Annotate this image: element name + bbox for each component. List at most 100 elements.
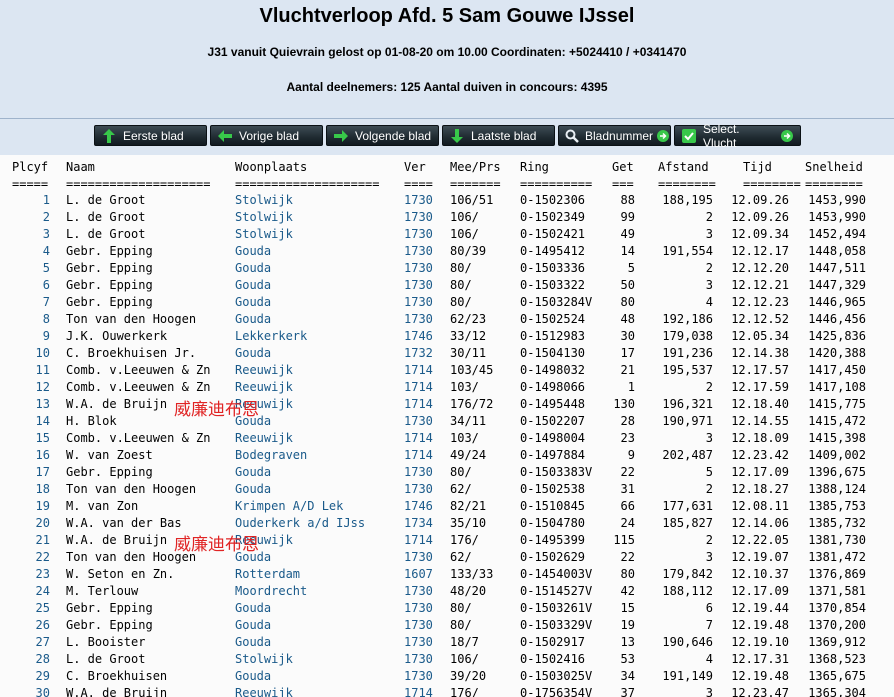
cell-ring: 0-1502917 — [520, 635, 586, 649]
cell-naam[interactable]: Ton van den Hoogen — [66, 312, 231, 326]
cell-woonplaats[interactable]: Gouda — [235, 550, 400, 564]
cell-naam[interactable]: Comb. v.Leeuwen & Zn — [66, 363, 231, 377]
cell-snelheid: 1369,912 — [808, 635, 866, 649]
cell-naam[interactable]: Ton van den Hoogen — [66, 482, 231, 496]
cell-naam[interactable]: Comb. v.Leeuwen & Zn — [66, 380, 231, 394]
cell-ver: 1714 — [404, 397, 433, 411]
cell-woonplaats[interactable]: Bodegraven — [235, 448, 400, 462]
cell-woonplaats[interactable]: Gouda — [235, 295, 400, 309]
cell-woonplaats[interactable]: Stolwijk — [235, 193, 400, 207]
cell-naam[interactable]: Gebr. Epping — [66, 618, 231, 632]
table-row: 23 W. Seton en Zn. Rotterdam 1607 133/33 0-14… — [0, 567, 894, 584]
cell-naam[interactable]: Gebr. Epping — [66, 261, 231, 275]
cell-afstand: 3 — [705, 686, 713, 697]
cell-naam[interactable]: M. Terlouw — [66, 584, 231, 598]
cell-ring: 0-1512983 — [520, 329, 586, 343]
cell-ver: 1730 — [404, 550, 433, 564]
cell-ring: 0-1504130 — [520, 346, 586, 360]
cell-naam[interactable]: Comb. v.Leeuwen & Zn — [66, 431, 231, 445]
cell-tijd: 12.23.47 — [731, 686, 789, 697]
cell-naam[interactable]: W.A. de Bruijn — [66, 686, 231, 697]
cell-naam[interactable]: L. de Groot — [66, 652, 231, 666]
cell-naam[interactable]: L. de Groot — [66, 210, 231, 224]
cell-mee-prs: 39/20 — [450, 669, 487, 683]
cell-woonplaats[interactable]: Gouda — [235, 635, 400, 649]
cell-woonplaats[interactable]: Reeuwijk — [235, 431, 400, 445]
cell-naam[interactable]: W. van Zoest — [66, 448, 231, 462]
cell-naam[interactable]: Gebr. Epping — [66, 465, 231, 479]
cell-ver: 1730 — [404, 278, 433, 292]
cell-woonplaats[interactable]: Gouda — [235, 618, 400, 632]
cell-ring: 0-1502538 — [520, 482, 586, 496]
previous-page-button[interactable]: Vorige blad — [210, 125, 323, 146]
cell-naam[interactable]: Gebr. Epping — [66, 244, 231, 258]
cell-snelheid: 1385,753 — [808, 499, 866, 513]
table-header: Plcyf Naam Woonplaats Ver Mee/Prs Ring Get Afst… — [0, 160, 894, 177]
cell-naam[interactable]: M. van Zon — [66, 499, 231, 513]
cell-naam[interactable]: W. Seton en Zn. — [66, 567, 231, 581]
table-row: 18 Ton van den Hoogen Gouda 1730 62/0-150253… — [0, 482, 894, 499]
select-flight-button[interactable]: Select. Vlucht — [674, 122, 801, 150]
last-page-button[interactable]: Laatste blad — [442, 125, 555, 146]
cell-woonplaats[interactable]: Reeuwijk — [235, 380, 400, 394]
cell-plcyf: 17 — [35, 465, 50, 479]
cell-woonplaats[interactable]: Reeuwijk — [235, 363, 400, 377]
cell-snelheid: 1370,854 — [808, 601, 866, 615]
cell-woonplaats[interactable]: Stolwijk — [235, 652, 400, 666]
table-row: 19 M. van Zon Krimpen A/D Lek 1746 82/21 0-15… — [0, 499, 894, 516]
cell-woonplaats[interactable]: Stolwijk — [235, 210, 400, 224]
cell-woonplaats[interactable]: Reeuwijk — [235, 397, 400, 411]
cell-tijd: 12.14.38 — [731, 346, 789, 360]
cell-ring: 0-1756354V — [520, 686, 593, 697]
cell-get: 15 — [620, 601, 635, 615]
cell-woonplaats[interactable]: Gouda — [235, 261, 400, 275]
cell-woonplaats[interactable]: Ouderkerk a/d IJss — [235, 516, 400, 530]
next-page-button[interactable]: Volgende blad — [326, 125, 439, 146]
cell-plcyf: 4 — [42, 244, 50, 258]
cell-woonplaats[interactable]: Stolwijk — [235, 227, 400, 241]
cell-naam[interactable]: Gebr. Epping — [66, 601, 231, 615]
cell-tijd: 12.05.34 — [731, 329, 789, 343]
cell-naam[interactable]: W.A. van der Bas — [66, 516, 231, 530]
cell-afstand: 179,842 — [662, 567, 713, 581]
cell-woonplaats[interactable]: Gouda — [235, 244, 400, 258]
cell-naam[interactable]: C. Broekhuisen Jr. — [66, 346, 231, 360]
cell-woonplaats[interactable]: Reeuwijk — [235, 533, 400, 547]
cell-naam[interactable]: C. Broekhuisen — [66, 669, 231, 683]
cell-woonplaats[interactable]: Gouda — [235, 482, 400, 496]
cell-naam[interactable]: Gebr. Epping — [66, 295, 231, 309]
cell-woonplaats[interactable]: Gouda — [235, 346, 400, 360]
cell-woonplaats[interactable]: Rotterdam — [235, 567, 400, 581]
cell-plcyf: 1 — [42, 193, 50, 207]
cell-naam[interactable]: L. de Groot — [66, 193, 231, 207]
cell-woonplaats[interactable]: Moordrecht — [235, 584, 400, 598]
cell-get: 22 — [620, 465, 635, 479]
cell-snelheid: 1415,472 — [808, 414, 866, 428]
go-arrow-icon — [780, 129, 794, 143]
separator-ring: ========== — [520, 177, 593, 191]
cell-woonplaats[interactable]: Lekkerkerk — [235, 329, 400, 343]
cell-naam[interactable]: L. de Groot — [66, 227, 231, 241]
column-header-get: Get — [612, 160, 634, 174]
cell-snelheid: 1381,730 — [808, 533, 866, 547]
cell-woonplaats[interactable]: Gouda — [235, 414, 400, 428]
cell-afstand: 2 — [705, 533, 713, 547]
cell-woonplaats[interactable]: Gouda — [235, 312, 400, 326]
cell-woonplaats[interactable]: Krimpen A/D Lek — [235, 499, 400, 513]
cell-ver: 1732 — [404, 346, 433, 360]
cell-woonplaats[interactable]: Gouda — [235, 465, 400, 479]
cell-woonplaats[interactable]: Gouda — [235, 278, 400, 292]
cell-woonplaats[interactable]: Gouda — [235, 669, 400, 683]
cell-ver: 1730 — [404, 652, 433, 666]
first-page-button[interactable]: Eerste blad — [94, 125, 207, 146]
cell-naam[interactable]: L. Booister — [66, 635, 231, 649]
cell-tijd: 12.18.27 — [731, 482, 789, 496]
cell-naam[interactable]: J.K. Ouwerkerk — [66, 329, 231, 343]
page-number-button[interactable]: Bladnummer — [558, 125, 671, 146]
cell-naam[interactable]: Gebr. Epping — [66, 278, 231, 292]
cell-get: 34 — [620, 669, 635, 683]
cell-woonplaats[interactable]: Gouda — [235, 601, 400, 615]
cell-woonplaats[interactable]: Reeuwijk — [235, 686, 400, 697]
cell-snelheid: 1453,990 — [808, 210, 866, 224]
cell-afstand: 202,487 — [662, 448, 713, 462]
